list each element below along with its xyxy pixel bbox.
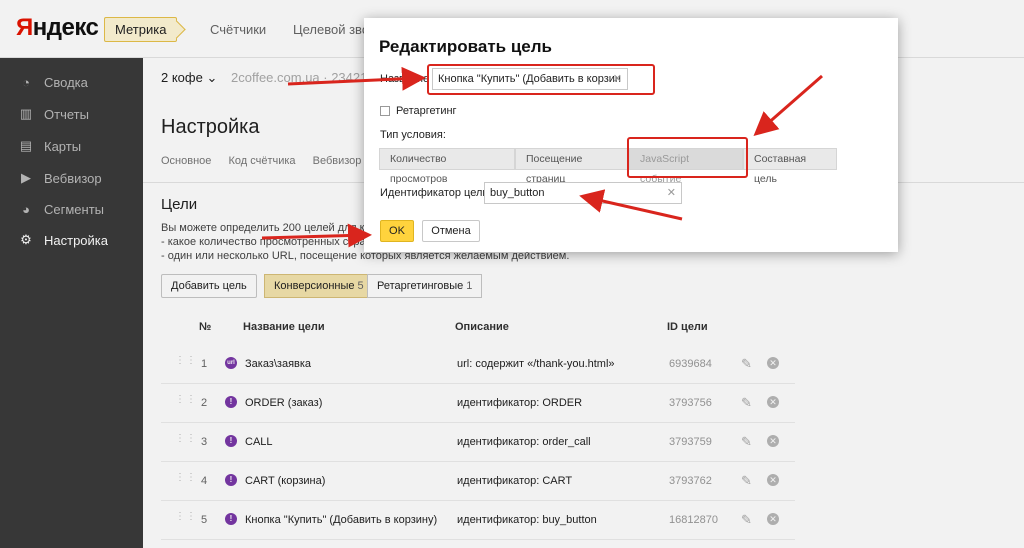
tab-retargeting-goals[interactable]: Ретаргетинговые 1: [367, 274, 483, 298]
annotation-highlight-js-event: [627, 137, 748, 178]
table-row: ⋮⋮ 5 ! Кнопка "Купить" (Добавить в корзи…: [161, 501, 795, 540]
site-selector[interactable]: 2 кофе ⌄ 2coffee.com.ua · 234215: [161, 70, 375, 86]
drag-handle-icon[interactable]: ⋮⋮: [175, 434, 196, 449]
pencil-icon[interactable]: ✎: [741, 512, 752, 528]
condition-page-visit[interactable]: Посещение страниц: [515, 148, 629, 185]
condition-type-label: Тип условия:: [380, 129, 446, 141]
tab-main[interactable]: Основное: [161, 155, 211, 167]
section-title: Цели: [161, 196, 198, 213]
delete-icon[interactable]: ✕: [767, 435, 779, 447]
sidebar-item-reports[interactable]: ▥ Отчеты: [0, 102, 143, 126]
delete-icon[interactable]: ✕: [767, 396, 779, 408]
event-goal-icon: !: [225, 474, 237, 486]
condition-pageviews[interactable]: Количество просмотров: [379, 148, 515, 185]
annotation-highlight-name: [427, 64, 655, 95]
pencil-icon[interactable]: ✎: [741, 356, 752, 372]
ok-button[interactable]: OK: [380, 220, 414, 242]
table-row: ⋮⋮ 3 ! CALL идентификатор: order_call 37…: [161, 423, 795, 462]
table-row: ⋮⋮ 4 ! CART (корзина) идентификатор: CAR…: [161, 462, 795, 501]
retargeting-checkbox[interactable]: [380, 106, 390, 116]
gear-icon: ⚙: [20, 232, 32, 247]
table-row: ⋮⋮ 2 ! ORDER (заказ) идентификатор: ORDE…: [161, 384, 795, 423]
event-goal-icon: !: [225, 513, 237, 525]
nav-target-call[interactable]: Целевой звонок: [293, 22, 365, 37]
drag-handle-icon[interactable]: ⋮⋮: [175, 356, 196, 371]
delete-icon[interactable]: ✕: [767, 474, 779, 486]
site-domain: 2coffee.com.ua · 234215: [231, 70, 375, 85]
pie-icon: ◕: [22, 201, 30, 217]
delete-icon[interactable]: ✕: [767, 357, 779, 369]
sidebar-item-summary[interactable]: ◔ Сводка: [0, 70, 143, 94]
pencil-icon[interactable]: ✎: [741, 395, 752, 411]
tab-counter-code[interactable]: Код счётчика: [228, 155, 295, 167]
retargeting-label: Ретаргетинг: [396, 105, 457, 117]
clear-icon[interactable]: ✕: [667, 183, 676, 203]
delete-icon[interactable]: ✕: [767, 513, 779, 525]
table-row: ⋮⋮ 1 url Заказ\заявка url: содержит «/th…: [161, 345, 795, 384]
event-goal-icon: !: [225, 435, 237, 447]
tab-conversion-goals[interactable]: Конверсионные 5: [264, 274, 374, 298]
col-header-desc: Описание: [455, 321, 509, 333]
goal-name-label: Название: [380, 73, 430, 85]
yandex-logo[interactable]: Яндекс: [16, 14, 99, 42]
dialog-title: Редактировать цель: [379, 37, 553, 56]
play-icon: ▶: [21, 170, 31, 185]
sidebar: ◔ Сводка ▥ Отчеты ▤ Карты ▶ Вебвизор ◕ Сегмен…: [0, 58, 143, 548]
condition-composite[interactable]: Составная цель: [743, 148, 837, 185]
drag-handle-icon[interactable]: ⋮⋮: [175, 512, 196, 527]
col-header-id: ID цели: [667, 321, 708, 333]
sidebar-item-segments[interactable]: ◕ Сегменты: [0, 197, 143, 221]
col-header-num: №: [199, 321, 212, 333]
pencil-icon[interactable]: ✎: [741, 473, 752, 489]
drag-handle-icon[interactable]: ⋮⋮: [175, 473, 196, 488]
col-header-name: Название цели: [243, 321, 325, 333]
drag-handle-icon[interactable]: ⋮⋮: [175, 395, 196, 410]
dashboard-icon: ◔: [22, 74, 30, 90]
chevron-down-icon: ⌄: [206, 70, 218, 85]
cancel-button[interactable]: Отмена: [422, 220, 480, 242]
url-goal-icon: url: [225, 357, 237, 369]
settings-tabs: Основное Код счётчика Вебвизор: [161, 155, 375, 167]
add-goal-button[interactable]: Добавить цель: [161, 274, 257, 298]
goal-id-input[interactable]: buy_button ✕: [484, 182, 682, 204]
tab-webvisor[interactable]: Вебвизор: [313, 155, 362, 167]
event-goal-icon: !: [225, 396, 237, 408]
goal-id-label: Идентификатор цели:: [380, 187, 492, 199]
map-icon: ▤: [19, 138, 33, 153]
pencil-icon[interactable]: ✎: [741, 434, 752, 450]
page-title: Настройка: [161, 116, 260, 138]
sidebar-item-maps[interactable]: ▤ Карты: [0, 134, 143, 158]
sidebar-item-settings[interactable]: ⚙ Настройка: [0, 228, 143, 252]
product-badge[interactable]: Метрика: [104, 17, 178, 42]
bar-chart-icon: ▥: [19, 106, 33, 121]
nav-counters[interactable]: Счётчики: [210, 22, 266, 37]
edit-goal-dialog: Редактировать цель Название Кнопка "Купи…: [364, 18, 898, 252]
sidebar-item-webvisor[interactable]: ▶ Вебвизор: [0, 166, 143, 190]
